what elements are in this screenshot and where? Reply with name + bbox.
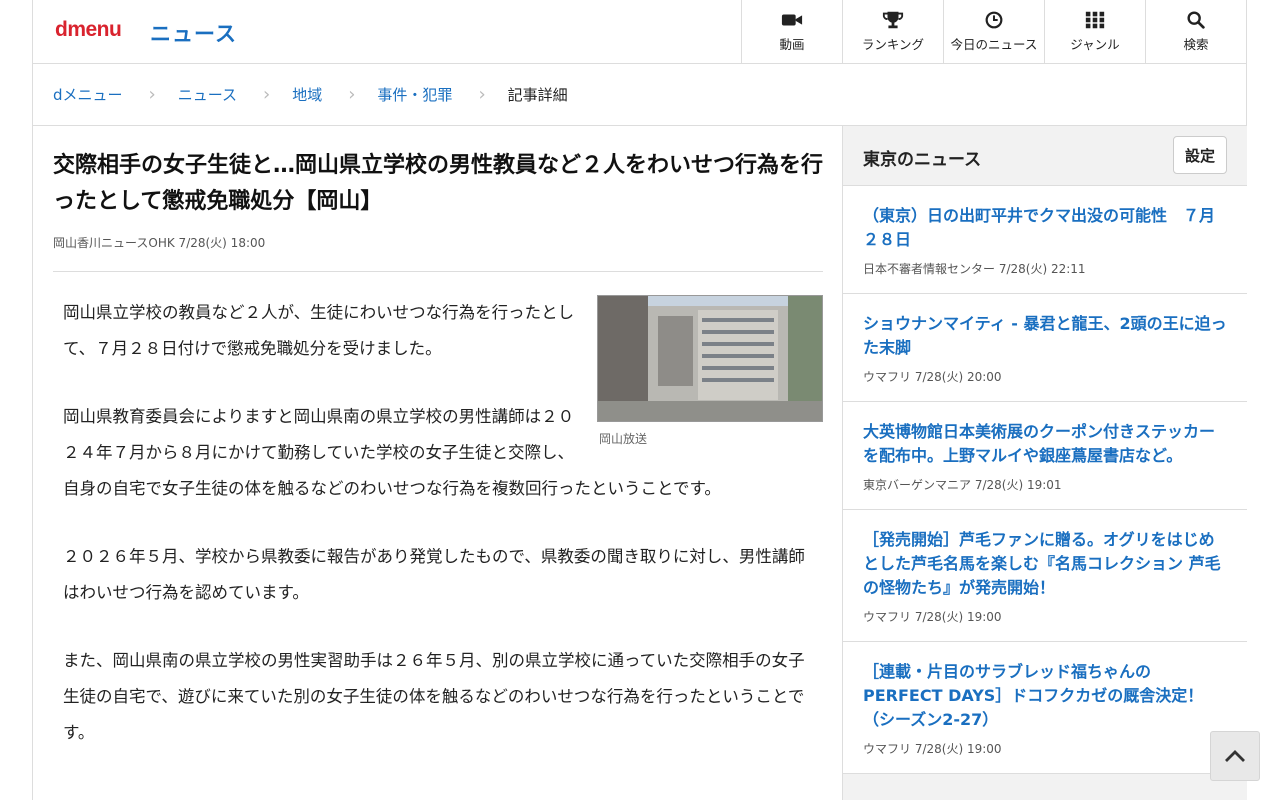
chevron-up-icon: [1225, 750, 1245, 762]
breadcrumb-crime[interactable]: 事件・犯罪: [377, 84, 452, 105]
header-nav: 動画 ランキング 今日のニュース ジャンル 検索: [741, 0, 1246, 63]
news-item-meta: ウマフリ 7/28(火) 19:00: [863, 742, 1002, 756]
breadcrumb: dメニュー › ニュース › 地域 › 事件・犯罪 › 記事詳細: [33, 64, 1246, 126]
nav-today-news-label: 今日のニュース: [950, 37, 1038, 52]
chevron-right-icon: ›: [478, 84, 486, 105]
nav-ranking-label: ランキング: [861, 37, 925, 52]
sidebar-news-item[interactable]: 大英博物館日本美術展のクーポン付きステッカーを配布中。上野マルイや銀座蔦屋書店な…: [843, 402, 1247, 510]
breadcrumb-news[interactable]: ニュース: [178, 84, 237, 105]
dmenu-logo[interactable]: dmenu: [55, 18, 122, 42]
settings-button[interactable]: 設定: [1173, 136, 1227, 174]
news-item-title[interactable]: ［発売開始］芦毛ファンに贈る。オグリをはじめとした芦毛名馬を楽しむ『名馬コレクシ…: [863, 528, 1227, 600]
news-item-meta: 東京バーゲンマニア 7/28(火) 19:01: [863, 478, 1062, 492]
news-item-title[interactable]: （東京）日の出町平井でクマ出没の可能性 ７月２８日: [863, 204, 1227, 252]
section-title[interactable]: ニュース: [150, 18, 237, 48]
chevron-right-icon: ›: [263, 84, 271, 105]
nav-video-label: 動画: [779, 37, 805, 52]
paragraph: ２０２６年５月、学校から県教委に報告があり発覚したもので、県教委の聞き取りに対し…: [63, 547, 805, 602]
sidebar-news-item[interactable]: ［発売開始］芦毛ファンに贈る。オグリをはじめとした芦毛名馬を楽しむ『名馬コレクシ…: [843, 510, 1247, 642]
news-item-title[interactable]: 大英博物館日本美術展のクーポン付きステッカーを配布中。上野マルイや銀座蔦屋書店な…: [863, 420, 1227, 468]
nav-search-label: 検索: [1183, 37, 1209, 52]
photo-caption: 岡山放送: [599, 432, 648, 446]
video-camera-icon: [781, 14, 803, 26]
breadcrumb-dmenu[interactable]: dメニュー: [53, 84, 123, 105]
sidebar-title: 東京のニュース: [863, 150, 982, 170]
breadcrumb-current: 記事詳細: [507, 86, 568, 104]
nav-ranking[interactable]: ランキング: [842, 0, 943, 63]
nav-video[interactable]: 動画: [741, 0, 842, 63]
sidebar-local-news: 東京のニュース 設定 （東京）日の出町平井でクマ出没の可能性 ７月２８日 日本不…: [842, 126, 1247, 800]
page-frame: dmenu ニュース 動画 ランキング 今日のニュース ジャンル 検索 dメニュ…: [32, 0, 1247, 800]
trophy-icon: [882, 11, 904, 29]
paragraph: また、岡山県南の県立学校の男性実習助手は２６年５月、別の県立学校に通っていた交際…: [63, 651, 805, 742]
scroll-to-top-button[interactable]: [1210, 731, 1260, 781]
search-icon: [1187, 11, 1205, 29]
article: 交際相手の女子生徒と…岡山県立学校の男性教員など２人をわいせつ行為を行ったとして…: [53, 126, 823, 783]
sidebar-news-item[interactable]: ショウナンマイティ - 暴君と龍王、2頭の王に迫った末脚 ウマフリ 7/28(火…: [843, 294, 1247, 402]
news-item-meta: 日本不審者情報センター 7/28(火) 22:11: [863, 262, 1086, 276]
clock-icon: [985, 11, 1003, 29]
divider: [53, 271, 823, 272]
nav-search[interactable]: 検索: [1145, 0, 1246, 63]
article-body: 岡山放送 岡山県立学校の教員など２人が、生徒にわいせつな行為を行ったとして、７月…: [53, 295, 823, 751]
article-photo[interactable]: 岡山放送: [597, 295, 823, 447]
nav-genre-label: ジャンル: [1070, 37, 1120, 52]
chevron-right-icon: ›: [148, 84, 156, 105]
article-meta: 岡山香川ニュースOHK 7/28(火) 18:00: [53, 236, 266, 250]
article-title: 交際相手の女子生徒と…岡山県立学校の男性教員など２人をわいせつ行為を行ったとして…: [53, 153, 824, 214]
grid-icon: [1085, 11, 1105, 29]
nav-today-news[interactable]: 今日のニュース: [943, 0, 1044, 63]
news-item-title[interactable]: ショウナンマイティ - 暴君と龍王、2頭の王に迫った末脚: [863, 312, 1227, 360]
chevron-right-icon: ›: [348, 84, 356, 105]
breadcrumb-region[interactable]: 地域: [292, 84, 322, 105]
news-item-meta: ウマフリ 7/28(火) 20:00: [863, 370, 1002, 384]
sidebar-header: 東京のニュース 設定: [843, 126, 1247, 186]
site-header: dmenu ニュース 動画 ランキング 今日のニュース ジャンル 検索: [33, 0, 1246, 64]
news-item-meta: ウマフリ 7/28(火) 19:00: [863, 610, 1002, 624]
building-photo: [597, 295, 823, 422]
nav-genre[interactable]: ジャンル: [1044, 0, 1145, 63]
sidebar-news-item[interactable]: （東京）日の出町平井でクマ出没の可能性 ７月２８日 日本不審者情報センター 7/…: [843, 186, 1247, 294]
sidebar-news-item[interactable]: ［連載・片目のサラブレッド福ちゃんのPERFECT DAYS］ドコフクカゼの厩舎…: [843, 642, 1247, 774]
news-item-title[interactable]: ［連載・片目のサラブレッド福ちゃんのPERFECT DAYS］ドコフクカゼの厩舎…: [863, 660, 1227, 732]
